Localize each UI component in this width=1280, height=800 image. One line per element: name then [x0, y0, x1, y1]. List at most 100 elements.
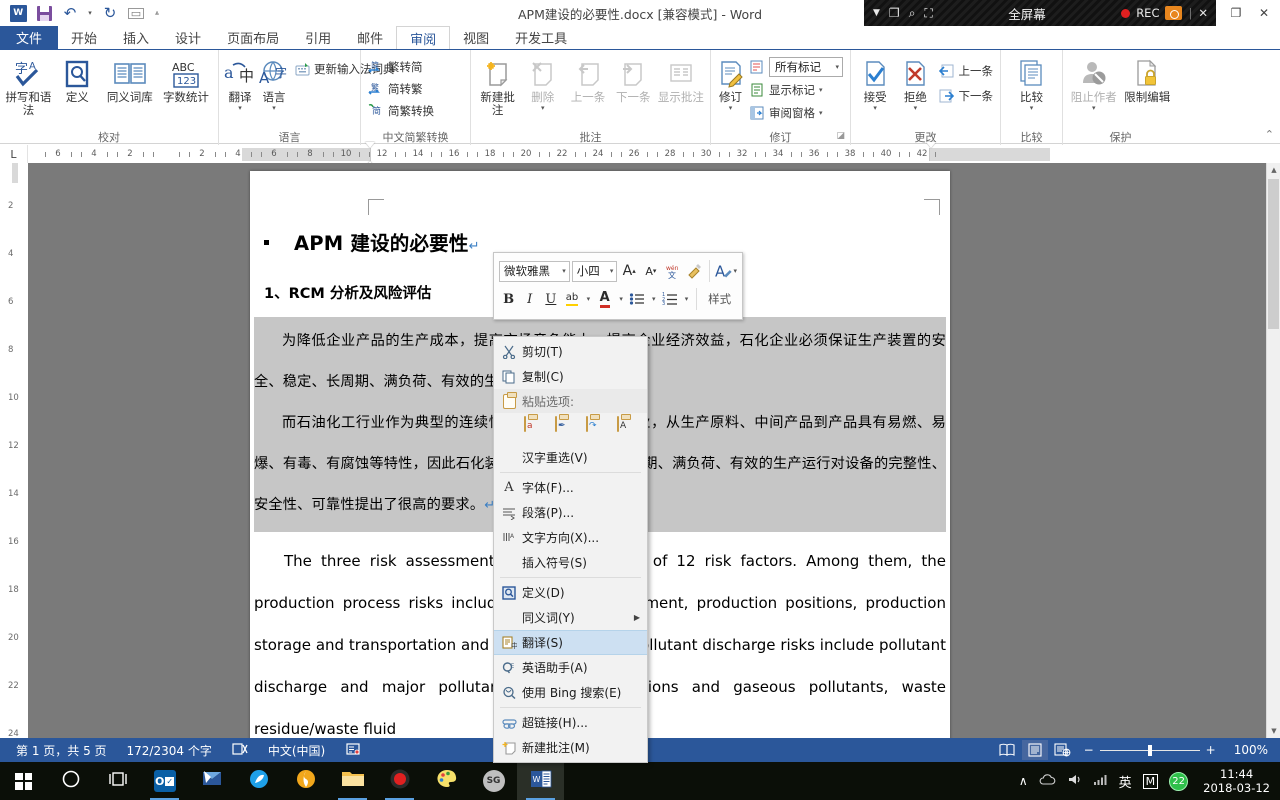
proofing-errors-icon[interactable]: [222, 742, 258, 759]
context-menu[interactable]: 剪切(T) 复制(C) 粘贴选项: a ✒ ↷ A 汉字重选(V) A 字体(F…: [493, 336, 648, 763]
context-menu-item-english-assistant[interactable]: E 英语助手(A): [494, 655, 647, 680]
styles-icon[interactable]: A ▾: [715, 260, 737, 282]
record-macro-icon[interactable]: [335, 742, 371, 759]
shrink-font-icon[interactable]: A ▾: [641, 260, 661, 282]
tab-review[interactable]: 审阅: [396, 26, 451, 49]
bullet-list-icon[interactable]: [628, 288, 647, 310]
context-menu-item-hyperlink[interactable]: 超链接(H)...: [494, 710, 647, 735]
highlight-color-dropdown-icon[interactable]: ▾: [584, 288, 594, 310]
language-status[interactable]: 中文(中国): [258, 742, 335, 759]
block-authors-button[interactable]: 阻止作者 ▾: [1067, 54, 1121, 112]
language-button[interactable]: A字 语言 ▾: [257, 54, 291, 112]
tab-view[interactable]: 视图: [450, 26, 502, 49]
context-menu-item-translate[interactable]: 中 翻译(S): [494, 630, 647, 655]
vertical-scrollbar[interactable]: ▲ ▼: [1266, 163, 1280, 738]
reject-change-dropdown-icon[interactable]: ▾: [914, 105, 918, 112]
traditional-to-simplified-button[interactable]: 简 繁转简: [365, 56, 437, 78]
page-number-status[interactable]: 第 1 页，共 5 页: [6, 742, 117, 759]
language-dropdown-icon[interactable]: ▾: [272, 105, 276, 112]
tray-ime-icon[interactable]: 英: [1119, 772, 1132, 791]
web-layout-view-button[interactable]: [1050, 740, 1076, 760]
format-painter-icon[interactable]: [684, 260, 704, 282]
previous-change-button[interactable]: 上一条: [936, 60, 997, 82]
tab-insert[interactable]: 插入: [110, 26, 162, 49]
tab-design[interactable]: 设计: [162, 26, 214, 49]
undo-dropdown-icon[interactable]: ▾: [84, 2, 96, 24]
bullet-list-dropdown-icon[interactable]: ▾: [649, 288, 659, 310]
taskbar-paint[interactable]: [423, 762, 470, 800]
touch-mouse-mode-icon[interactable]: ▭: [124, 2, 148, 24]
chinese-conversion-button[interactable]: 简 简繁转换: [365, 100, 437, 122]
context-menu-item-insert-symbol[interactable]: 插入符号(S): [494, 550, 647, 575]
next-change-button[interactable]: 下一条: [936, 85, 997, 107]
recorder-region-icon[interactable]: ⛶: [924, 0, 932, 26]
context-menu-item-copy[interactable]: 复制(C): [494, 364, 647, 389]
taskbar-recorder[interactable]: [376, 762, 423, 800]
translate-button[interactable]: a中 翻译 ▾: [223, 54, 257, 112]
define-button[interactable]: 定义: [53, 54, 102, 104]
taskbar-word[interactable]: W: [517, 762, 564, 800]
start-button[interactable]: [0, 762, 47, 800]
zoom-out-button[interactable]: −: [1084, 743, 1094, 757]
tab-home[interactable]: 开始: [58, 26, 110, 49]
scroll-down-icon[interactable]: ▼: [1267, 724, 1280, 738]
tray-volume-icon[interactable]: [1067, 773, 1082, 789]
grow-font-icon[interactable]: A ▴: [619, 260, 639, 282]
numbered-list-icon[interactable]: 123: [661, 288, 680, 310]
recorder-window-icon[interactable]: ❐: [889, 0, 900, 26]
next-comment-button[interactable]: 下一条: [611, 54, 656, 104]
context-menu-item-bing-search[interactable]: 使用 Bing 搜索(E): [494, 680, 647, 705]
first-line-indent-marker[interactable]: [365, 142, 375, 148]
context-menu-item-synonyms[interactable]: 同义词(Y) ▶: [494, 605, 647, 630]
block-authors-dropdown-icon[interactable]: ▾: [1092, 105, 1096, 112]
recorder-dropdown-icon[interactable]: ▼: [873, 0, 880, 26]
taskbar-foxmail[interactable]: [188, 762, 235, 800]
tray-onedrive-icon[interactable]: [1039, 773, 1056, 789]
markup-display-combo[interactable]: 所有标记 ▾: [746, 56, 846, 78]
track-changes-button[interactable]: 修订 ▾: [715, 54, 746, 112]
paste-keep-source-icon[interactable]: a: [524, 416, 544, 439]
previous-comment-button[interactable]: 上一条: [565, 54, 610, 104]
accept-change-dropdown-icon[interactable]: ▾: [873, 105, 877, 112]
thesaurus-button[interactable]: 同义词库: [102, 54, 158, 104]
context-menu-item-paragraph[interactable]: 段落(P)...: [494, 500, 647, 525]
zoom-slider-thumb[interactable]: [1147, 744, 1152, 756]
context-menu-item-text-direction[interactable]: A 文字方向(X)...: [494, 525, 647, 550]
styles-label[interactable]: 样式: [702, 291, 737, 307]
font-size-combo[interactable]: 小四 ▾: [571, 260, 618, 282]
zoom-level-label[interactable]: 100%: [1224, 743, 1274, 757]
paste-options-row[interactable]: a ✒ ↷ A: [494, 413, 647, 445]
context-menu-item-define[interactable]: 定义(D): [494, 580, 647, 605]
underline-icon[interactable]: U: [541, 288, 560, 310]
font-name-combo[interactable]: 微软雅黑 ▾: [499, 260, 570, 282]
accept-change-button[interactable]: 接受 ▾: [855, 54, 895, 112]
tab-developer[interactable]: 开发工具: [502, 26, 580, 49]
tray-ime-m-icon[interactable]: M: [1142, 773, 1159, 789]
paste-text-only-icon[interactable]: A: [617, 416, 637, 439]
undo-icon[interactable]: ↶: [58, 2, 82, 24]
delete-comment-dropdown-icon[interactable]: ▾: [541, 105, 545, 112]
tracking-dialog-launcher-icon[interactable]: ◪: [836, 129, 845, 144]
tab-mailings[interactable]: 邮件: [344, 26, 396, 49]
recorder-close-icon[interactable]: ✕: [1198, 6, 1208, 20]
track-changes-dropdown-icon[interactable]: ▾: [729, 105, 733, 112]
restrict-editing-button[interactable]: 限制编辑: [1121, 54, 1175, 104]
show-comments-button[interactable]: 显示批注: [656, 54, 706, 104]
taskbar-sogou-browser[interactable]: [282, 762, 329, 800]
paste-picture-icon[interactable]: ↷: [586, 416, 606, 439]
horizontal-ruler[interactable]: L 6 4 2 2 4 6 8 10 12 14 16 18 20 22 24 26 28 30 32 34 36 38 4…: [0, 142, 1280, 171]
compare-dropdown-icon[interactable]: ▾: [1030, 105, 1034, 112]
tab-stop-selector-button[interactable]: L: [0, 145, 28, 163]
reviewing-pane-button[interactable]: 审阅窗格 ▾: [746, 102, 846, 124]
collapse-ribbon-icon[interactable]: ⌃: [1265, 128, 1274, 141]
task-view-button[interactable]: [94, 762, 141, 800]
taskbar-sogou-input[interactable]: SG: [470, 762, 517, 800]
font-color-icon[interactable]: A: [595, 288, 614, 310]
context-menu-item-cut[interactable]: 剪切(T): [494, 339, 647, 364]
markup-display-value-box[interactable]: 所有标记 ▾: [769, 57, 843, 77]
tray-security-badge[interactable]: 22: [1169, 771, 1189, 791]
paste-merge-format-icon[interactable]: ✒: [555, 416, 575, 439]
scroll-up-icon[interactable]: ▲: [1267, 163, 1280, 177]
scrollbar-thumb[interactable]: [1268, 179, 1279, 329]
context-menu-item-reconvert[interactable]: 汉字重选(V): [494, 445, 647, 470]
